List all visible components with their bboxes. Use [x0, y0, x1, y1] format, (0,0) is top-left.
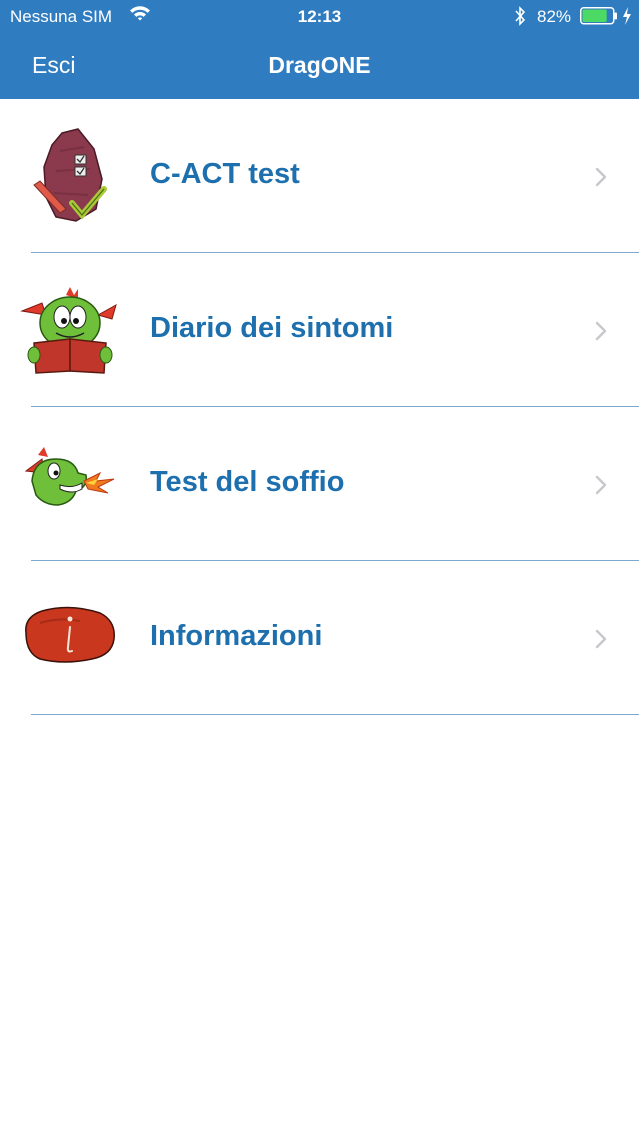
menu-item-label: Diario dei sintomi — [150, 312, 394, 344]
status-bar: Nessuna SIM 12:13 82% — [0, 0, 639, 34]
menu-item-label: C-ACT test — [150, 158, 300, 190]
menu-item-label: Informazioni — [150, 620, 323, 652]
menu-item-test-del-soffio[interactable]: Test del soffio — [0, 407, 639, 561]
chevron-right-icon — [595, 321, 607, 341]
menu-list: C-ACT test Diario dei sintomi Test del s… — [0, 99, 639, 715]
top-bar: Nessuna SIM 12:13 82% Esci DragONE — [0, 0, 639, 99]
menu-item-label: Test del soffio — [150, 466, 345, 498]
chevron-right-icon — [595, 475, 607, 495]
chevron-right-icon — [595, 167, 607, 187]
dragon-reading-icon — [20, 287, 117, 374]
exit-button[interactable]: Esci — [32, 52, 75, 79]
bluetooth-icon — [515, 6, 526, 26]
checklist-stone-icon — [33, 128, 107, 222]
menu-item-informazioni[interactable]: Informazioni — [0, 561, 639, 715]
page-title: DragONE — [268, 52, 371, 78]
fire-breathing-dragon-icon — [24, 447, 115, 506]
battery-icon — [580, 7, 617, 25]
menu-item-diario-dei-sintomi[interactable]: Diario dei sintomi — [0, 253, 639, 407]
charging-bolt-icon — [623, 7, 631, 25]
separator — [31, 714, 639, 715]
battery-percentage: 82% — [537, 7, 572, 26]
chevron-right-icon — [595, 629, 607, 649]
menu-item-c-act-test[interactable]: C-ACT test — [0, 99, 639, 253]
navigation-bar: Esci DragONE — [0, 34, 639, 99]
info-stone-icon — [25, 606, 115, 663]
